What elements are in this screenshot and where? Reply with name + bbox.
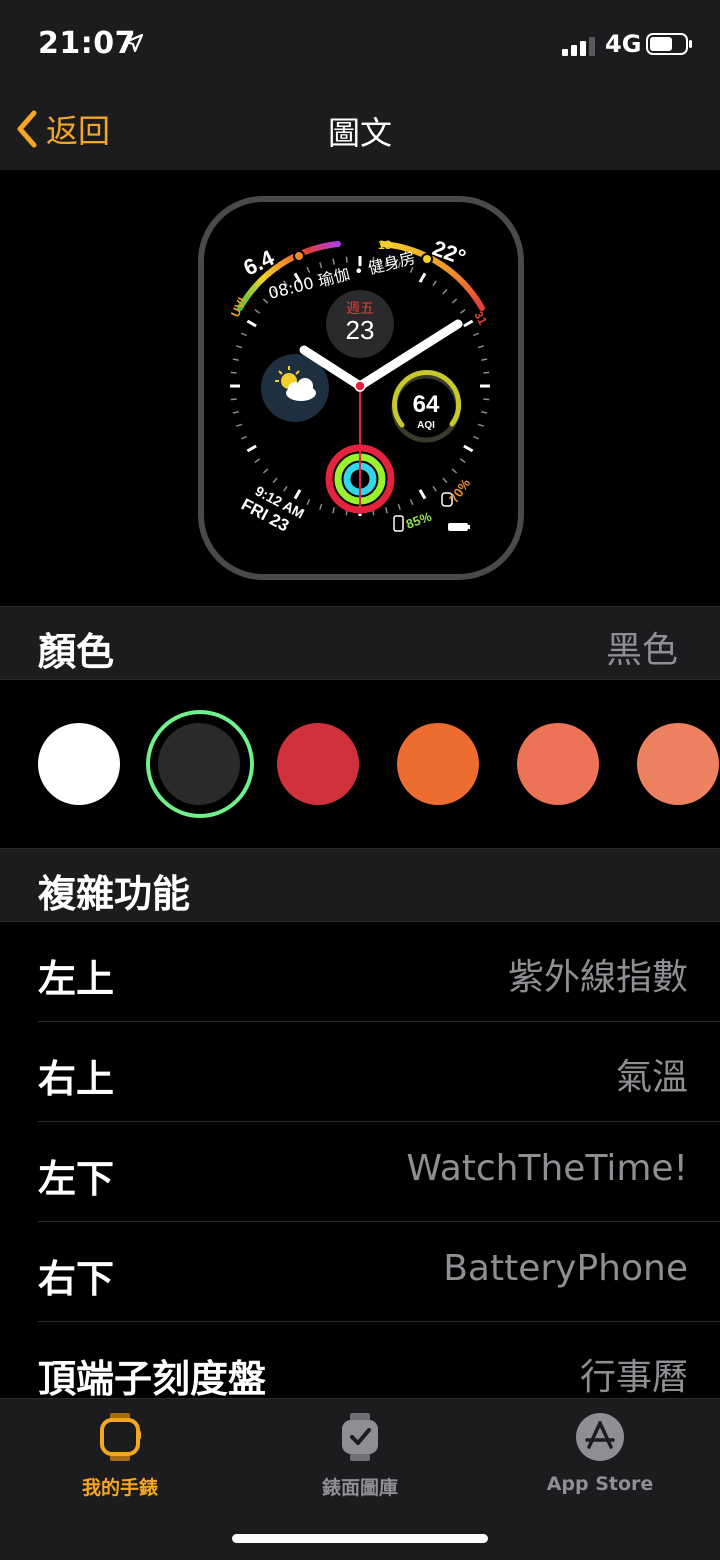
row-label: 右下 [38, 1257, 115, 1301]
row-value: BatteryPhone [443, 1248, 688, 1289]
date-day: 23 [346, 315, 375, 345]
dial-tick [483, 398, 490, 401]
color-section-header[interactable]: 顏色 黑色 [0, 606, 720, 680]
watch-face-image: 6.4 UVI 22° 18 31 08:00 瑜伽 • 健身房 週五 23 6… [198, 196, 524, 580]
home-indicator[interactable] [232, 1534, 488, 1543]
row-label: 左上 [38, 957, 115, 1001]
location-arrow-icon [124, 33, 144, 53]
complication-row-bottom-right[interactable]: 右下 BatteryPhone [0, 1222, 720, 1322]
color-swatch-black[interactable] [158, 723, 240, 805]
row-value: 行事曆 [579, 1357, 688, 1398]
complications-label: 複雜功能 [38, 872, 191, 916]
page-title: 圖文 [327, 114, 392, 152]
tab-label: 我的手錶 [81, 1477, 158, 1499]
color-swatch-white[interactable] [38, 723, 120, 805]
row-value: 氣溫 [615, 1057, 688, 1098]
color-swatch-red[interactable] [277, 723, 359, 805]
watch-face-preview: 6.4 UVI 22° 18 31 08:00 瑜伽 • 健身房 週五 23 6… [0, 170, 720, 606]
aqi-label: AQI [417, 420, 435, 431]
complication-row-top-right[interactable]: 右上 氣溫 [0, 1022, 720, 1122]
color-swatch-salmon[interactable] [637, 723, 719, 805]
color-swatch-orange[interactable] [397, 723, 479, 805]
tab-my-watch[interactable]: 我的手錶 [20, 1411, 220, 1500]
temperature-low: 18 [378, 238, 392, 252]
battery-icon [646, 33, 692, 55]
tab-face-gallery[interactable]: 錶面圖庫 [260, 1411, 460, 1500]
app-store-icon [576, 1413, 624, 1461]
tab-label: App Store [546, 1473, 654, 1495]
complications-section-header: 複雜功能 [0, 848, 720, 922]
cellular-signal-icon [562, 37, 595, 56]
tab-label: 錶面圖庫 [321, 1477, 398, 1499]
network-type: 4G [605, 30, 642, 58]
row-label: 右上 [38, 1057, 115, 1101]
row-value: WatchTheTime! [406, 1148, 688, 1189]
complication-row-bottom-left[interactable]: 左下 WatchTheTime! [0, 1122, 720, 1222]
dial-tick [345, 256, 348, 263]
row-label: 頂端子刻度盤 [38, 1357, 267, 1401]
row-label: 左下 [38, 1157, 115, 1201]
dial-tick [230, 371, 237, 374]
color-swatch-list[interactable] [0, 680, 720, 848]
dial-tick [483, 371, 490, 374]
dial-tick [230, 398, 237, 401]
watch-icon [100, 1413, 141, 1461]
status-time: 21:07 [38, 26, 136, 61]
status-bar: 21:07 4G [0, 0, 720, 90]
color-label: 顏色 [38, 630, 115, 674]
aqi-value: 64 [413, 391, 440, 418]
charging-battery-icon [448, 523, 470, 531]
navigation-bar: 返回 圖文 [0, 90, 720, 170]
color-value: 黑色 [605, 630, 678, 671]
color-swatch-coral[interactable] [517, 723, 599, 805]
watch-face-gallery-icon [342, 1413, 378, 1461]
complication-row-top-left[interactable]: 左上 紫外線指數 [0, 922, 720, 1022]
row-value: 紫外線指數 [507, 957, 688, 998]
tab-app-store[interactable]: App Store [500, 1411, 700, 1495]
